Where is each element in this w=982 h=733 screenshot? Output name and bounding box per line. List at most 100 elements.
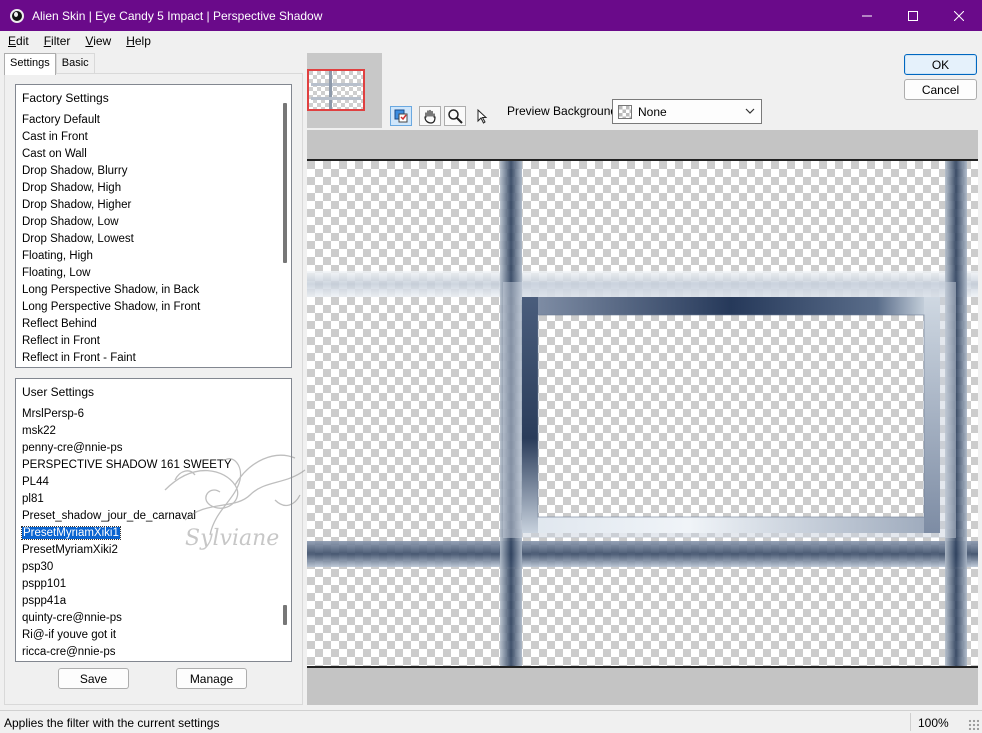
preview-background-label: Preview Background: xyxy=(507,104,621,118)
zoom-level: 100% xyxy=(918,716,949,730)
factory-setting-item-label: Factory Default xyxy=(22,114,100,126)
factory-setting-item-label: Cast on Wall xyxy=(22,148,87,160)
menu-view[interactable]: View xyxy=(77,34,118,48)
user-setting-item-label: PERSPECTIVE SHADOW 161 SWEETY xyxy=(22,459,232,471)
user-setting-item[interactable]: PresetMyriamXiki2 xyxy=(22,542,278,559)
save-button[interactable]: Save xyxy=(58,668,129,689)
pointer-tool-button[interactable] xyxy=(470,106,492,126)
user-setting-item[interactable]: pspp101 xyxy=(22,576,278,593)
window-title: Alien Skin | Eye Candy 5 Impact | Perspe… xyxy=(32,8,323,23)
close-icon xyxy=(954,10,964,21)
app-icon[interactable] xyxy=(10,8,24,23)
factory-setting-item[interactable]: Reflect Behind xyxy=(22,316,278,333)
factory-setting-item-label: Long Perspective Shadow, in Front xyxy=(22,301,201,313)
user-setting-item[interactable]: ricca-cre@nnie-ps xyxy=(22,644,278,661)
navigator-thumbnail[interactable] xyxy=(307,53,382,128)
window-controls xyxy=(844,0,982,31)
user-setting-item-label: penny-cre@nnie-ps xyxy=(22,442,123,454)
user-setting-item[interactable]: pl81 xyxy=(22,491,278,508)
tab-basic[interactable]: Basic xyxy=(55,53,95,74)
maximize-button[interactable] xyxy=(890,0,936,31)
ok-button[interactable]: OK xyxy=(904,54,977,75)
preview-margin-bottom xyxy=(307,668,978,705)
user-setting-item[interactable]: msk22 xyxy=(22,423,278,440)
user-setting-item-label: psp30 xyxy=(22,561,54,573)
user-setting-item[interactable]: PERSPECTIVE SHADOW 161 SWEETY xyxy=(22,457,278,474)
user-setting-item-label: quinty-cre@nnie-ps xyxy=(22,612,122,624)
manage-button[interactable]: Manage xyxy=(176,668,247,689)
user-setting-item[interactable]: PresetMyriamXiki1 xyxy=(21,525,278,542)
factory-setting-item[interactable]: Floating, High xyxy=(22,248,278,265)
factory-setting-item[interactable]: Reflect in Front xyxy=(22,333,278,350)
menu-bar: Edit Filter View Help xyxy=(0,31,982,51)
menu-edit[interactable]: Edit xyxy=(0,34,36,48)
factory-settings-list[interactable]: Factory Settings Factory Default Cast in … xyxy=(15,84,292,368)
zoom-tool-button[interactable] xyxy=(444,106,466,126)
factory-setting-item-label: Reflect in Front xyxy=(22,335,100,347)
preview-background-value: None xyxy=(638,104,667,119)
user-setting-item[interactable]: Ri@-if youve got it xyxy=(22,627,278,644)
minimize-button[interactable] xyxy=(844,0,890,31)
factory-setting-item[interactable]: Cast on Wall xyxy=(22,146,278,163)
factory-setting-item-label: Floating, High xyxy=(22,250,93,262)
user-setting-item[interactable]: Preset_shadow_jour_de_carnaval xyxy=(22,508,278,525)
user-setting-item-label: ricca-cre@nnie-ps xyxy=(22,646,116,658)
user-setting-item[interactable]: PL44 xyxy=(22,474,278,491)
factory-setting-item[interactable]: Floating, Low xyxy=(22,265,278,282)
settings-tabs: Settings Basic xyxy=(4,53,95,75)
thumbnail-image xyxy=(311,71,361,109)
user-setting-item-label: PresetMyriamXiki1 xyxy=(21,526,121,540)
factory-setting-item[interactable]: Drop Shadow, Lowest xyxy=(22,231,278,248)
factory-setting-item[interactable]: Cast in Front xyxy=(22,129,278,146)
factory-setting-item[interactable]: Reflect in Front - Faint xyxy=(22,350,278,367)
preview-image xyxy=(307,161,978,666)
status-bar: Applies the filter with the current sett… xyxy=(0,710,982,733)
pointer-icon xyxy=(477,108,488,124)
user-setting-item-label: pspp101 xyxy=(22,578,67,590)
menu-filter[interactable]: Filter xyxy=(36,34,78,48)
factory-setting-item[interactable]: Long Perspective Shadow, in Front xyxy=(22,299,278,316)
navigator-view-rect[interactable] xyxy=(307,69,365,111)
factory-setting-item-label: Reflect in Front - Faint xyxy=(22,352,136,364)
preview-background-swatch xyxy=(618,104,632,119)
user-setting-item[interactable]: penny-cre@nnie-ps xyxy=(22,440,278,457)
factory-setting-item-label: Drop Shadow, Higher xyxy=(22,199,132,211)
user-setting-item[interactable]: MrslPersp-6 xyxy=(22,406,278,423)
user-setting-item-label: PL44 xyxy=(22,476,49,488)
factory-setting-item-label: Drop Shadow, Lowest xyxy=(22,233,134,245)
status-separator xyxy=(910,713,911,731)
factory-setting-item-label: Drop Shadow, Low xyxy=(22,216,119,228)
hand-tool-button[interactable] xyxy=(419,106,441,126)
tab-settings[interactable]: Settings xyxy=(4,53,56,75)
preview-margin-top xyxy=(307,130,978,159)
factory-setting-item-label: Drop Shadow, Blurry xyxy=(22,165,128,177)
user-setting-item[interactable]: quinty-cre@nnie-ps xyxy=(22,610,278,627)
minimize-icon xyxy=(862,15,872,16)
preview-canvas[interactable] xyxy=(307,159,978,668)
factory-setting-item[interactable]: Drop Shadow, Blurry xyxy=(22,163,278,180)
factory-setting-item[interactable]: Drop Shadow, High xyxy=(22,180,278,197)
user-settings-list[interactable]: User Settings MrslPersp-6 msk22 penny-cre@… xyxy=(15,378,292,662)
user-setting-item[interactable]: pspp41a xyxy=(22,593,278,610)
factory-setting-item[interactable]: Factory Default xyxy=(22,112,278,129)
maximize-icon xyxy=(908,10,918,21)
user-scrollbar[interactable] xyxy=(283,605,287,625)
status-text: Applies the filter with the current sett… xyxy=(4,716,220,730)
toggle-preview-icon xyxy=(394,109,408,123)
factory-setting-item[interactable]: Long Perspective Shadow, in Back xyxy=(22,282,278,299)
resize-grip-icon[interactable] xyxy=(968,719,979,730)
menu-help[interactable]: Help xyxy=(118,34,158,48)
user-settings-items: MrslPersp-6 msk22 penny-cre@nnie-ps PERSPEC… xyxy=(21,406,278,661)
hand-icon xyxy=(424,109,436,124)
factory-setting-item[interactable]: Drop Shadow, Higher xyxy=(22,197,278,214)
factory-setting-item-label: Long Perspective Shadow, in Back xyxy=(22,284,200,296)
factory-scrollbar[interactable] xyxy=(283,103,287,263)
factory-setting-item[interactable]: Drop Shadow, Low xyxy=(22,214,278,231)
user-setting-item-label: Preset_shadow_jour_de_carnaval xyxy=(22,510,196,522)
toggle-preview-button[interactable] xyxy=(390,106,412,126)
factory-settings-header: Factory Settings xyxy=(22,91,109,105)
close-button[interactable] xyxy=(936,0,982,31)
preview-background-select[interactable]: None xyxy=(612,99,762,124)
cancel-button[interactable]: Cancel xyxy=(904,79,977,100)
user-setting-item[interactable]: psp30 xyxy=(22,559,278,576)
